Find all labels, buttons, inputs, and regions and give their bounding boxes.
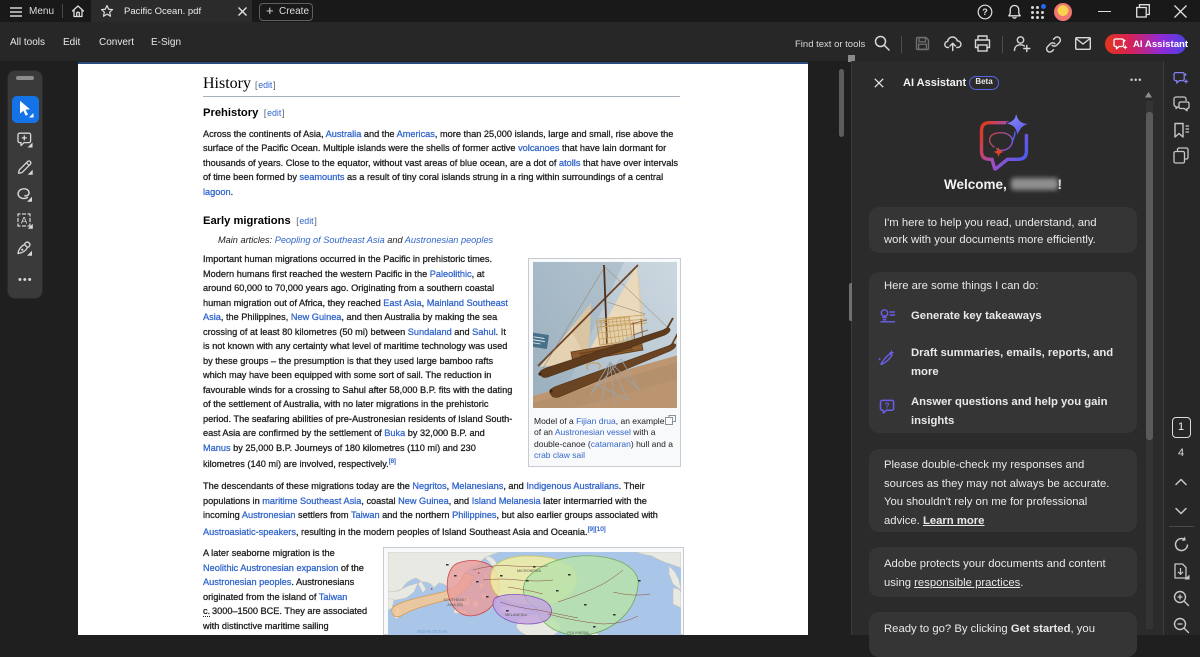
- svg-text:?: ?: [982, 7, 988, 17]
- svg-text:?: ?: [884, 400, 889, 410]
- svg-text:SOUTHEAST: SOUTHEAST: [443, 598, 467, 602]
- svg-text:MICRONESIA: MICRONESIA: [517, 569, 542, 573]
- svg-text:INDIAN OCEAN: INDIAN OCEAN: [417, 629, 447, 634]
- svg-text:POLYNESIA: POLYNESIA: [567, 631, 589, 635]
- svg-text:MELANESIA: MELANESIA: [505, 613, 527, 617]
- svg-text:A: A: [21, 216, 28, 227]
- svg-text:ASIA (SI): ASIA (SI): [447, 603, 463, 607]
